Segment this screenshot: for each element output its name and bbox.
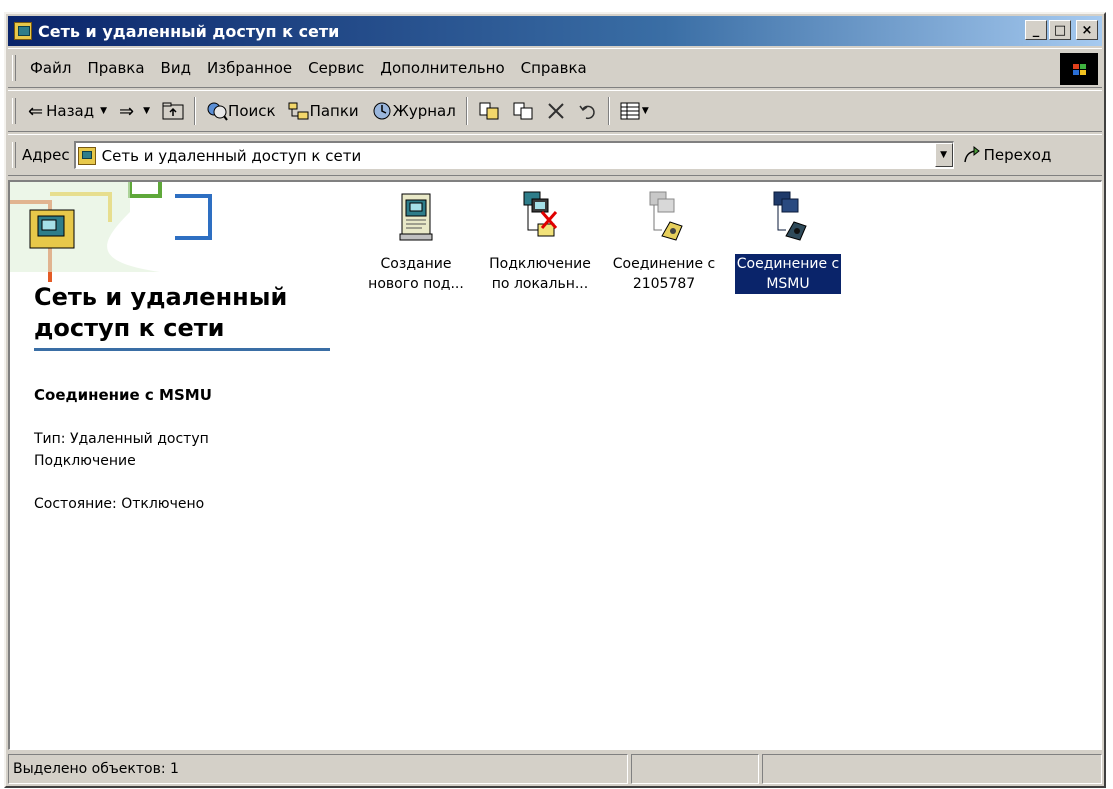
menu-help[interactable]: Справка <box>513 59 595 77</box>
views-button[interactable]: ▼ <box>614 96 655 126</box>
item-label: Подключение по локальн... <box>489 256 591 292</box>
menu-file-label: Файл <box>30 59 72 77</box>
title-bar[interactable]: Сеть и удаленный доступ к сети _ □ × <box>8 16 1102 46</box>
history-clock-icon <box>373 102 391 120</box>
folders-tree-icon <box>288 102 309 120</box>
delete-x-icon <box>548 103 564 119</box>
undo-icon <box>579 105 595 120</box>
address-label: Адрес <box>22 146 70 164</box>
menu-file[interactable]: Файл <box>22 59 79 77</box>
folder-banner-graphic <box>10 182 212 282</box>
folders-button[interactable]: Папки <box>282 96 365 126</box>
menu-grip[interactable] <box>12 55 16 81</box>
go-arrow-icon <box>963 145 980 163</box>
web-view-pane: Сеть и удаленный доступ к сети Соединени… <box>10 182 330 749</box>
folders-label: Папки <box>309 102 359 120</box>
item-dialup-msmu[interactable]: Соединение с MSMU <box>726 190 850 294</box>
menu-advanced[interactable]: Дополнительно <box>372 59 512 77</box>
lan-connection-disconnected-icon <box>523 191 558 237</box>
address-input[interactable]: Сеть и удаленный доступ к сети ▼ <box>73 141 954 169</box>
menu-view-label: Вид <box>160 59 191 77</box>
menu-help-label: Справка <box>520 59 587 77</box>
menu-edit-label: Правка <box>87 59 145 77</box>
status-selected-count: Выделено объектов: 1 <box>8 754 628 784</box>
close-button[interactable]: × <box>1076 20 1098 40</box>
status-panel-2 <box>631 754 759 784</box>
search-button[interactable]: Поиск <box>200 96 282 126</box>
menu-favorites[interactable]: Избранное <box>199 59 300 77</box>
search-label: Поиск <box>228 102 276 120</box>
pane-title: Сеть и удаленный доступ к сети <box>34 282 330 351</box>
selected-item-name: Соединение с MSMU <box>34 386 212 404</box>
toolbar-separator <box>607 97 610 125</box>
address-value: Сеть и удаленный доступ к сети <box>101 146 362 165</box>
maximize-button[interactable]: □ <box>1049 20 1071 40</box>
status-bar: Выделено объектов: 1 <box>8 754 1102 786</box>
history-button[interactable]: Журнал <box>365 96 462 126</box>
selected-item-type: Тип: Удаленный доступ Подключение <box>34 431 209 469</box>
back-arrow-icon: ⇐ <box>28 100 44 122</box>
explorer-window: Сеть и удаленный доступ к сети _ □ × Фай… <box>4 12 1106 788</box>
history-label: Журнал <box>392 102 456 120</box>
back-dropdown-icon[interactable]: ▼ <box>100 106 107 116</box>
forward-dropdown-icon[interactable]: ▼ <box>143 106 150 116</box>
item-dialup-2105787[interactable]: Соединение с 2105787 <box>602 190 726 294</box>
standard-toolbar: ⇐ Назад ▼ ⇒ ▼ Поиск Папки Журнал ▼ <box>8 90 1102 132</box>
up-folder-button[interactable] <box>156 96 190 126</box>
status-panel-3 <box>762 754 1102 784</box>
folder-content[interactable]: Сеть и удаленный доступ к сети Соединени… <box>8 180 1102 750</box>
new-connection-wizard-icon <box>399 193 433 241</box>
move-to-button[interactable] <box>472 96 506 126</box>
address-bar: Адрес Сеть и удаленный доступ к сети ▼ П… <box>8 134 1102 176</box>
item-label: Соединение с MSMU <box>734 254 842 294</box>
network-folder-icon <box>14 22 32 40</box>
toolbar-separator <box>465 97 468 125</box>
forward-arrow-icon: ⇒ <box>119 100 135 122</box>
search-icon <box>207 102 228 121</box>
copy-to-icon <box>513 102 533 120</box>
address-dropdown-icon[interactable]: ▼ <box>934 143 953 167</box>
toolbar-grip[interactable] <box>12 98 16 124</box>
views-dropdown-icon[interactable]: ▼ <box>642 106 649 116</box>
toolbar-separator <box>194 97 197 125</box>
network-folder-icon <box>77 146 96 165</box>
forward-button[interactable]: ⇒ ▼ <box>113 96 156 126</box>
menu-bar: Файл Правка Вид Избранное Сервис Дополни… <box>8 48 1102 88</box>
item-new-connection[interactable]: Создание нового под... <box>354 190 478 294</box>
dialup-connection-icon <box>773 191 807 241</box>
menu-favorites-label: Избранное <box>206 59 293 77</box>
undo-button[interactable] <box>572 96 604 126</box>
windows-logo-icon <box>1060 53 1098 85</box>
window-controls: _ □ × <box>1025 20 1098 40</box>
item-lan-connection[interactable]: Подключение по локальн... <box>478 190 602 294</box>
back-label: Назад <box>46 102 95 120</box>
menu-tools[interactable]: Сервис <box>300 59 372 77</box>
go-label: Переход <box>983 146 1052 164</box>
minimize-button[interactable]: _ <box>1025 20 1047 40</box>
menu-advanced-label: Дополнительно <box>380 59 505 77</box>
dialup-connection-icon <box>649 191 683 241</box>
window-title: Сеть и удаленный доступ к сети <box>38 21 340 41</box>
item-label: Создание нового под... <box>368 256 464 292</box>
menu-view[interactable]: Вид <box>153 59 199 77</box>
address-grip[interactable] <box>12 142 16 168</box>
menu-tools-label: Сервис <box>308 59 365 77</box>
copy-to-button[interactable] <box>506 96 540 126</box>
go-button[interactable]: Переход <box>962 145 1052 165</box>
item-label: Соединение с 2105787 <box>612 256 716 292</box>
menu-edit[interactable]: Правка <box>79 59 152 77</box>
selected-item-state: Состояние: Отключено <box>34 496 205 512</box>
move-to-icon <box>479 102 499 120</box>
up-folder-icon <box>162 102 184 120</box>
views-grid-icon <box>620 102 640 120</box>
delete-button[interactable] <box>540 96 572 126</box>
back-button[interactable]: ⇐ Назад ▼ <box>22 96 113 126</box>
